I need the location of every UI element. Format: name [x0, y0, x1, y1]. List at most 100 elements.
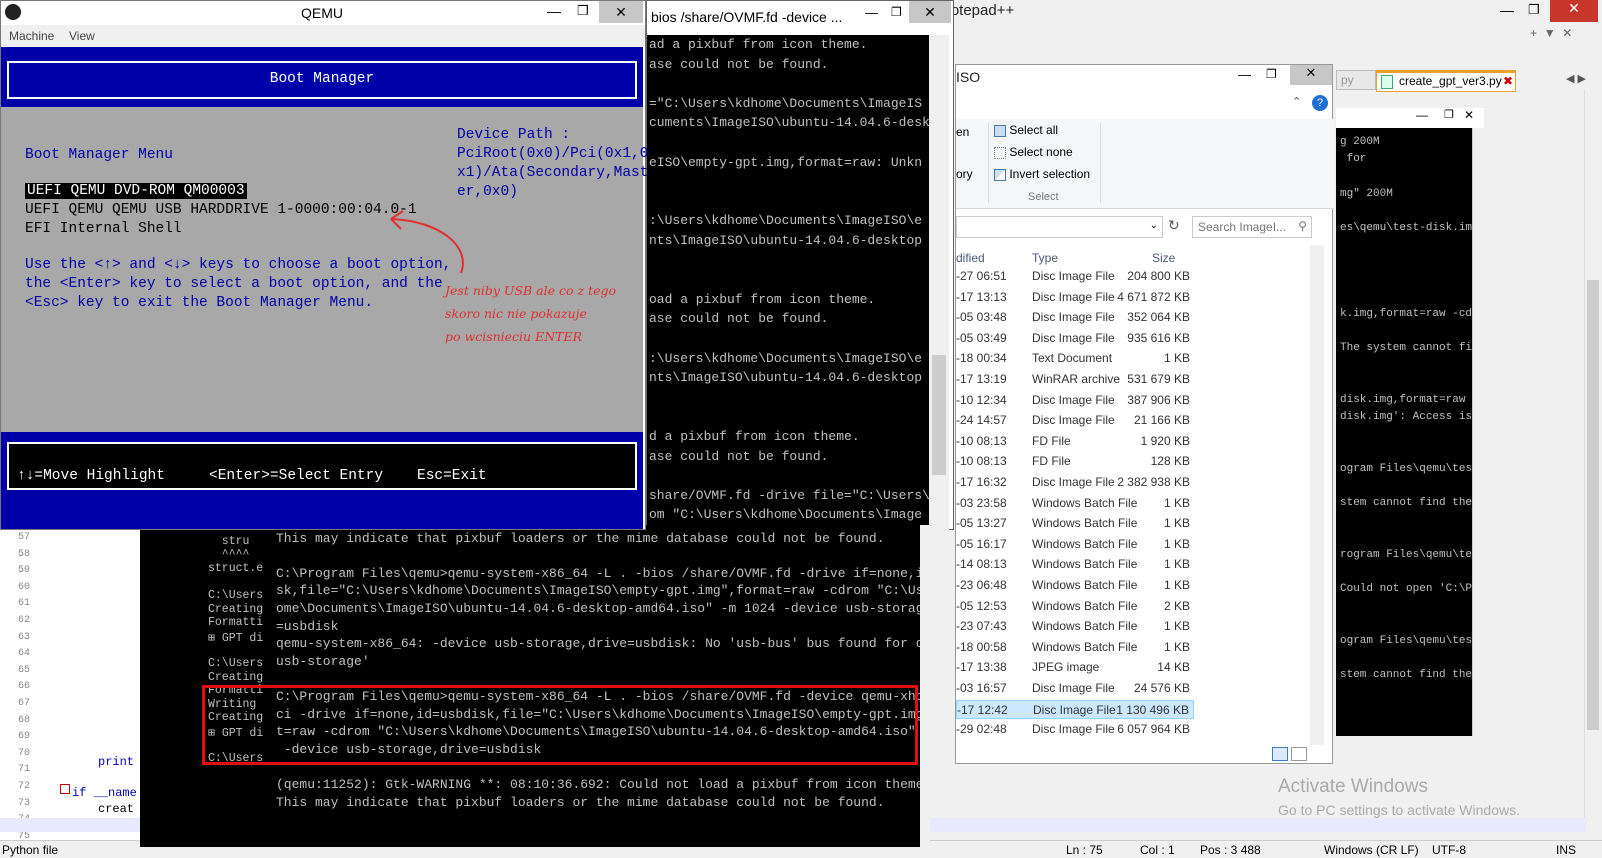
- scrollbar-thumb[interactable]: [1587, 280, 1599, 730]
- editor-scrollbar[interactable]: [1584, 90, 1600, 830]
- boot-option-usb[interactable]: UEFI QEMU QEMU USB HARDDRIVE 1-0000:00:0…: [25, 202, 417, 218]
- column-type[interactable]: Type: [1032, 251, 1058, 265]
- close-icon[interactable]: ✕: [1290, 65, 1332, 85]
- ribbon-divider: [1100, 123, 1101, 203]
- details-view-icon[interactable]: [1272, 747, 1288, 761]
- console-line: =usbdisk: [276, 618, 339, 634]
- minimize-icon[interactable]: —: [1238, 67, 1251, 82]
- boot-footer-band: ↑↓=Move Highlight <Enter>=Select Entry E…: [1, 432, 643, 492]
- console-line: Creating: [208, 670, 264, 684]
- file-row[interactable]: -05 13:27 Windows Batch File 1 KB: [956, 514, 1194, 533]
- file-explorer-window: ISO — ❐ ✕ ⌃ ? en ory Select all Select n…: [955, 64, 1334, 764]
- file-row[interactable]: -05 16:17 Windows Batch File 1 KB: [956, 535, 1194, 554]
- add-tab-icon[interactable]: +: [1530, 26, 1537, 40]
- tab-previous[interactable]: py: [1336, 70, 1376, 90]
- console-line: om "C:\Users\kdhome\Documents\Image: [649, 507, 923, 523]
- menu-view[interactable]: View: [69, 29, 95, 43]
- tab-previous-label: py: [1341, 73, 1354, 87]
- tab-scroll-arrows[interactable]: ◀ ▶: [1566, 72, 1586, 85]
- file-row[interactable]: -17 13:38 JPEG image 14 KB: [956, 658, 1194, 677]
- restore-icon[interactable]: ❐: [1266, 67, 1277, 81]
- file-date: -10 08:13: [956, 433, 1007, 448]
- line-number: 58: [17, 548, 30, 560]
- file-row[interactable]: -23 07:43 Windows Batch File 1 KB: [956, 617, 1194, 636]
- file-row[interactable]: -10 08:13 FD File 128 KB: [956, 452, 1194, 471]
- file-type: Disc Image File: [1032, 310, 1115, 325]
- boot-manager-header: Boot Manager: [269, 71, 375, 87]
- chevron-down-icon[interactable]: ⌄: [1150, 220, 1158, 231]
- console-line: ogram Files\qemu\test: [1340, 634, 1479, 647]
- file-row[interactable]: -10 12:34 Disc Image File 387 906 KB: [956, 391, 1194, 410]
- file-size: 1 KB: [1163, 557, 1190, 572]
- scrollbar[interactable]: [920, 525, 930, 847]
- file-row[interactable]: -05 12:53 Windows Batch File 2 KB: [956, 597, 1194, 616]
- column-size[interactable]: Size: [1152, 251, 1175, 265]
- file-row[interactable]: -05 03:49 Disc Image File 935 616 KB: [956, 329, 1194, 348]
- help-icon[interactable]: ?: [1312, 95, 1328, 111]
- close-icon[interactable]: ✕: [599, 1, 643, 23]
- boot-option-dvd[interactable]: UEFI QEMU DVD-ROM QM00003: [25, 183, 247, 199]
- file-size: 204 800 KB: [1127, 269, 1190, 283]
- minimize-icon[interactable]: —: [1416, 108, 1428, 122]
- close-icon[interactable]: ✕: [1550, 0, 1598, 22]
- search-input[interactable]: Search ImageI... ⚲: [1192, 216, 1312, 238]
- file-row[interactable]: -23 06:48 Windows Batch File 1 KB: [956, 576, 1194, 595]
- scrollbar-thumb[interactable]: [932, 355, 946, 475]
- file-row[interactable]: -18 00:58 Windows Batch File 1 KB: [956, 638, 1194, 657]
- file-date: -24 14:57: [956, 413, 1007, 428]
- console-line: mg" 200M: [1340, 187, 1393, 200]
- scrollbar[interactable]: [1310, 245, 1324, 745]
- file-row[interactable]: -18 00:34 Text Document 1 KB: [956, 349, 1194, 368]
- fold-icon[interactable]: [60, 784, 70, 794]
- refresh-icon[interactable]: ↻: [1168, 217, 1180, 234]
- restore-icon[interactable]: ❐: [1528, 2, 1540, 18]
- boot-option-shell[interactable]: EFI Internal Shell: [25, 221, 182, 237]
- scrollbar[interactable]: [1472, 128, 1486, 736]
- minimize-icon[interactable]: —: [865, 5, 878, 20]
- address-bar[interactable]: ⌄: [956, 216, 1163, 238]
- file-row[interactable]: -03 16:57 Disc Image File 24 576 KB: [956, 679, 1194, 698]
- tab-create-gpt[interactable]: create_gpt_ver3.py ✖: [1376, 70, 1516, 92]
- file-type: Windows Batch File: [1032, 619, 1138, 634]
- file-row[interactable]: -29 02:48 Disc Image File 6 057 964 KB: [956, 720, 1194, 739]
- console-line: This may indicate that pixbuf loaders or…: [276, 794, 885, 810]
- file-row[interactable]: -17 16:32 Disc Image File 2 382 938 KB: [956, 473, 1194, 492]
- restore-icon[interactable]: ❐: [1444, 108, 1454, 121]
- file-row[interactable]: -14 08:13 Windows Batch File 1 KB: [956, 555, 1194, 574]
- scrollbar[interactable]: [929, 35, 949, 531]
- close-tab-icon[interactable]: ✕: [1562, 26, 1572, 40]
- close-tab-icon[interactable]: ✖: [1503, 74, 1513, 88]
- close-icon[interactable]: ✕: [1464, 108, 1474, 122]
- file-type: Disc Image File: [1032, 413, 1115, 428]
- file-row[interactable]: -05 03:48 Disc Image File 352 064 KB: [956, 308, 1194, 327]
- close-icon[interactable]: ✕: [909, 1, 951, 23]
- menu-machine[interactable]: Machine: [9, 29, 54, 43]
- column-modified[interactable]: dified: [956, 251, 985, 265]
- file-row[interactable]: -17 12:42 Disc Image File 1 130 496 KB: [956, 699, 1194, 719]
- qemu-display[interactable]: Boot Manager Boot Manager Menu UEFI QEMU…: [1, 47, 648, 529]
- minimize-icon[interactable]: —: [1500, 2, 1514, 18]
- console-line: stem cannot find the: [1340, 497, 1473, 510]
- console-line: share/OVMF.fd -drive file="C:\Users\k: [649, 487, 929, 503]
- file-row[interactable]: -10 08:13 FD File 1 920 KB: [956, 432, 1194, 451]
- large-icons-view-icon[interactable]: [1291, 747, 1308, 761]
- file-row[interactable]: -27 06:51 Disc Image File 204 800 KB: [956, 267, 1194, 286]
- chevron-down-icon[interactable]: ▼: [1544, 26, 1556, 40]
- minimize-icon[interactable]: —: [547, 3, 561, 19]
- select-all-button[interactable]: Select all: [994, 123, 1058, 137]
- file-row[interactable]: -17 13:13 Disc Image File 4 671 872 KB: [956, 288, 1194, 307]
- select-none-button[interactable]: Select none: [994, 145, 1073, 159]
- chevron-up-icon[interactable]: ⌃: [1292, 95, 1301, 108]
- restore-icon[interactable]: ❐: [577, 3, 589, 19]
- console-line: ase could not be found.: [649, 311, 829, 327]
- file-row[interactable]: -03 23:58 Windows Batch File 1 KB: [956, 494, 1194, 513]
- ribbon-open-partial[interactable]: en: [956, 125, 969, 139]
- file-date: -17 12:42: [957, 702, 1008, 717]
- boot-menu-title: Boot Manager Menu: [25, 147, 173, 163]
- restore-icon[interactable]: ❐: [891, 5, 902, 19]
- file-row[interactable]: -17 13:19 WinRAR archive 531 679 KB: [956, 370, 1194, 389]
- file-row[interactable]: -24 14:57 Disc Image File 21 166 KB: [956, 411, 1194, 430]
- invert-selection-button[interactable]: Invert selection: [994, 167, 1090, 181]
- file-date: -03 16:57: [956, 681, 1007, 695]
- ribbon-history-partial[interactable]: ory: [956, 167, 973, 181]
